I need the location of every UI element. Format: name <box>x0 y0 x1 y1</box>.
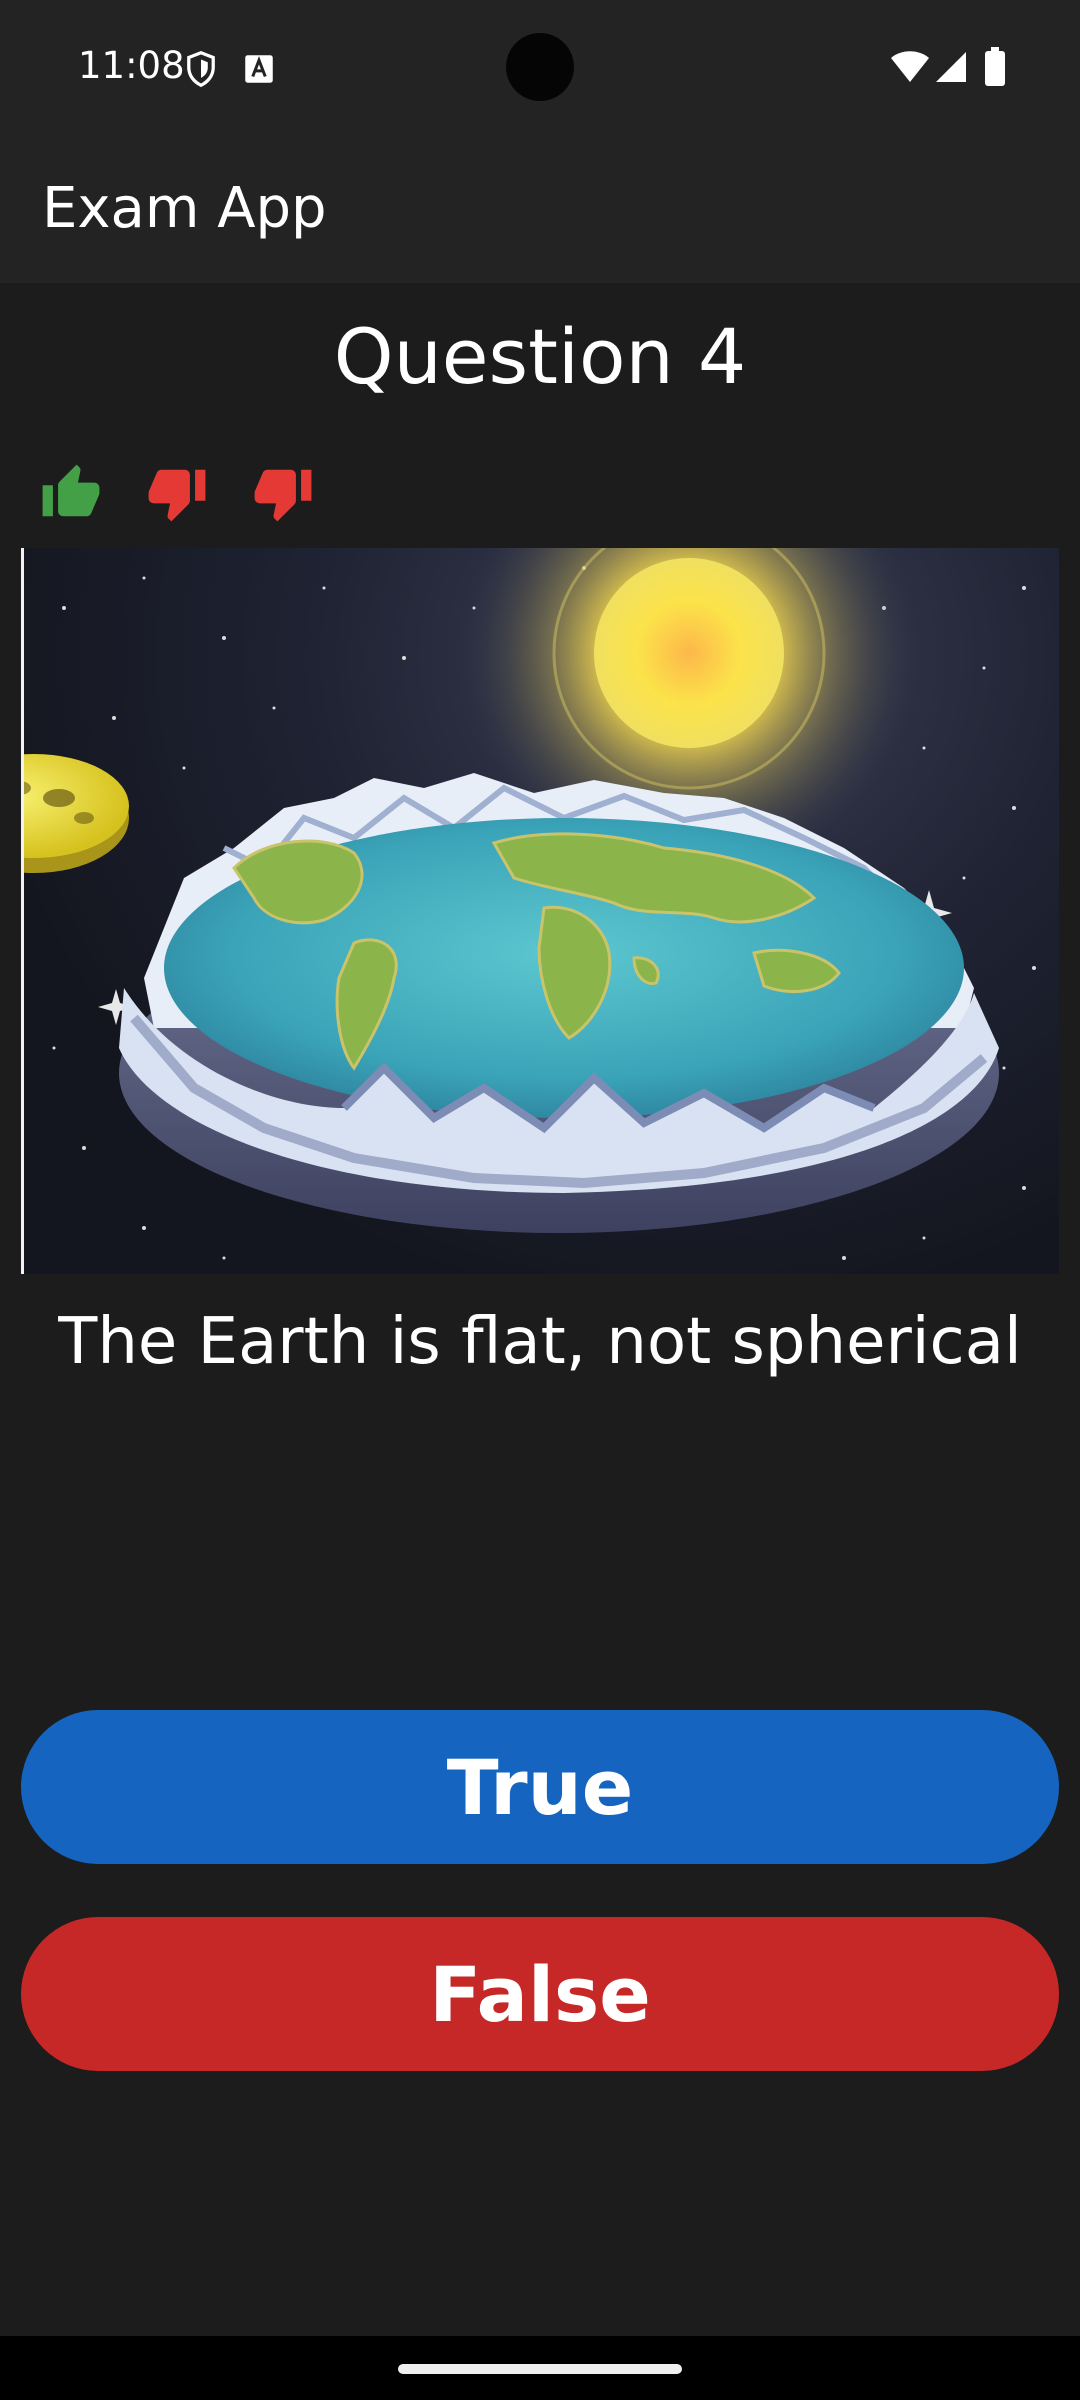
false-button[interactable]: False <box>21 1917 1059 2071</box>
question-image <box>21 548 1059 1274</box>
font-notification-icon <box>245 55 273 83</box>
shield-icon <box>187 50 215 88</box>
score-history <box>40 462 314 524</box>
camera-cutout <box>506 33 574 101</box>
question-title: Question 4 <box>333 312 747 401</box>
thumbs-up-icon <box>42 464 100 517</box>
app-title: Exam App <box>42 176 327 241</box>
app-bar: Exam App <box>0 130 1080 283</box>
status-bar: 11:08 <box>0 0 1080 130</box>
status-time: 11:08 <box>78 44 185 87</box>
wifi-icon <box>891 51 929 82</box>
thumbs-down-icon <box>148 469 206 522</box>
true-button[interactable]: True <box>21 1710 1059 1864</box>
cellular-signal-icon <box>936 52 966 82</box>
exam-screen: 11:08 Exam App Question 4 The Earth is f… <box>0 0 1080 2400</box>
home-gesture-handle[interactable] <box>398 2364 682 2374</box>
battery-icon <box>985 47 1005 86</box>
question-statement: The Earth is flat, not spherical <box>58 1305 1022 1379</box>
thumbs-down-icon <box>254 469 312 522</box>
